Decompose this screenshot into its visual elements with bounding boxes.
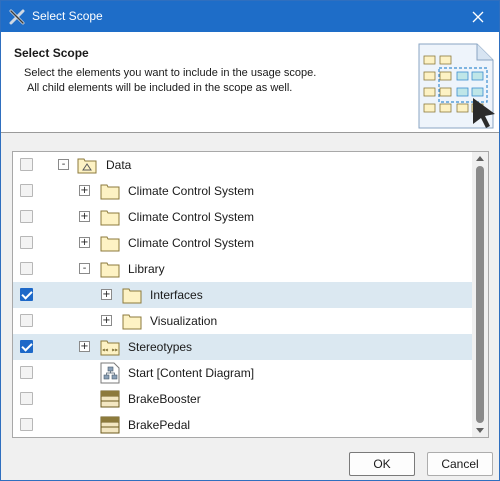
tree-row-climate-control-system[interactable]: + Climate Control System xyxy=(13,230,473,256)
collapse-icon[interactable]: - xyxy=(79,263,90,274)
folder-icon xyxy=(122,286,142,304)
cancel-button[interactable]: Cancel xyxy=(427,452,493,476)
expand-icon[interactable]: + xyxy=(79,341,90,352)
content-diagram-icon xyxy=(100,362,120,384)
block-icon xyxy=(100,416,120,434)
folder-icon xyxy=(122,312,142,330)
scroll-up-icon[interactable] xyxy=(476,156,484,161)
tree-row-checkbox[interactable] xyxy=(20,314,33,327)
vertical-scrollbar[interactable] xyxy=(472,152,488,437)
folder-icon xyxy=(100,208,120,226)
folder-icon xyxy=(100,260,120,278)
window-title: Select Scope xyxy=(32,9,103,23)
tree-row-label: Stereotypes xyxy=(128,340,193,354)
tree-row-label: Library xyxy=(128,262,165,276)
tree-row-start-content-diagram[interactable]: Start [Content Diagram] xyxy=(13,360,473,386)
tree-row-stereotypes[interactable]: + Stereotypes xyxy=(13,334,473,360)
tree-row-checkbox[interactable] xyxy=(20,184,33,197)
tree-row-checkbox[interactable] xyxy=(20,210,33,223)
tree-row-label: Visualization xyxy=(150,314,218,328)
tree-row-interfaces[interactable]: + Interfaces xyxy=(13,282,473,308)
tree-row-brakebooster[interactable]: BrakeBooster xyxy=(13,386,473,412)
tree-row-checkbox[interactable] xyxy=(20,158,33,171)
tree-row-checkbox[interactable] xyxy=(20,366,33,379)
dialog-header: Select Scope Select the elements you wan… xyxy=(1,32,499,133)
tree-row-checkbox[interactable] xyxy=(20,288,33,301)
ok-button[interactable]: OK xyxy=(349,452,415,476)
scrollbar-thumb[interactable] xyxy=(476,166,484,423)
header-description-secondary: All child elements will be included in t… xyxy=(27,82,293,94)
tree-row-label: Climate Control System xyxy=(128,236,255,250)
scroll-down-icon[interactable] xyxy=(476,428,484,433)
select-scope-dialog: Select Scope Select Scope Select the ele… xyxy=(0,0,500,481)
tree-row-checkbox[interactable] xyxy=(20,418,33,431)
expand-icon[interactable]: + xyxy=(101,315,112,326)
tree-row-climate-control-system[interactable]: + Climate Control System xyxy=(13,178,473,204)
tree-row-label: Start [Content Diagram] xyxy=(128,366,255,380)
tree-row-checkbox[interactable] xyxy=(20,262,33,275)
tree-row-label: Climate Control System xyxy=(128,184,255,198)
tree-row-checkbox[interactable] xyxy=(20,236,33,249)
scope-tree[interactable]: - Data + Climate Control System + Climat… xyxy=(12,151,489,438)
expand-icon[interactable]: + xyxy=(101,289,112,300)
tree-row-climate-control-system[interactable]: + Climate Control System xyxy=(13,204,473,230)
tree-row-checkbox[interactable] xyxy=(20,340,33,353)
expand-icon[interactable]: + xyxy=(79,237,90,248)
folder-icon xyxy=(100,234,120,252)
tree-row-library[interactable]: - Library xyxy=(13,256,473,282)
tree-row-data[interactable]: - Data xyxy=(13,152,473,178)
tree-row-label: BrakeBooster xyxy=(128,392,201,406)
tree-row-brakepedal[interactable]: BrakePedal xyxy=(13,412,473,437)
tree-row-label: Data xyxy=(106,158,132,172)
block-icon xyxy=(100,390,120,408)
package-icon xyxy=(77,156,97,174)
tree-row-visualization[interactable]: + Visualization xyxy=(13,308,473,334)
collapse-icon[interactable]: - xyxy=(58,159,69,170)
tree-row-label: BrakePedal xyxy=(128,418,191,432)
stereotype-folder-icon xyxy=(100,338,120,356)
expand-icon[interactable]: + xyxy=(79,185,90,196)
tree-row-label: Climate Control System xyxy=(128,210,255,224)
header-title: Select Scope xyxy=(14,46,89,60)
tree-row-checkbox[interactable] xyxy=(20,392,33,405)
tree-row-label: Interfaces xyxy=(150,288,203,302)
header-description: Select the elements you want to include … xyxy=(24,67,317,79)
close-icon[interactable] xyxy=(463,4,493,29)
scope-selection-illustration-icon xyxy=(415,42,497,130)
expand-icon[interactable]: + xyxy=(79,211,90,222)
folder-icon xyxy=(100,182,120,200)
app-logo-icon xyxy=(9,9,25,25)
title-bar[interactable]: Select Scope xyxy=(1,1,499,32)
